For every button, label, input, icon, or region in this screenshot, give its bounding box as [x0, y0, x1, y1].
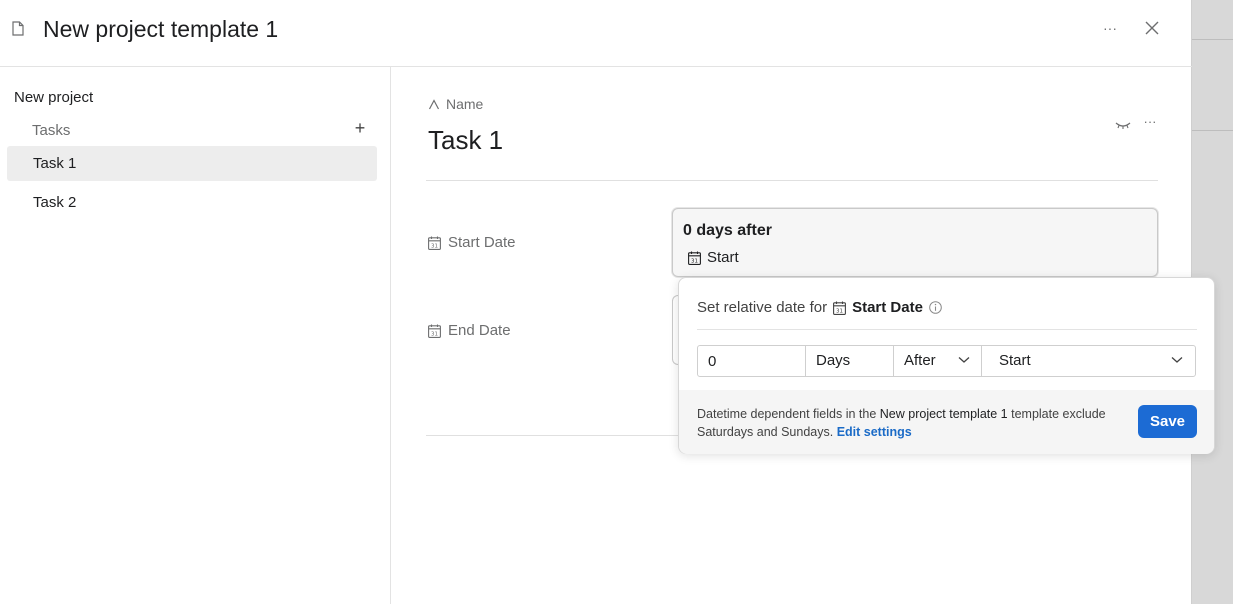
- sidebar: New project Tasks + Task 1 Task 2: [0, 67, 391, 604]
- edit-settings-link[interactable]: Edit settings: [837, 425, 912, 439]
- popover-title-field: Start Date: [852, 299, 923, 316]
- unit-select-value: Days: [816, 352, 851, 369]
- start-date-label-text: Start Date: [448, 234, 516, 251]
- svg-text:31: 31: [836, 308, 843, 314]
- sidebar-section-tasks: Tasks: [32, 122, 71, 139]
- hide-eye-icon[interactable]: [1115, 118, 1131, 132]
- relative-date-controls: Days After Start: [697, 345, 1196, 377]
- calendar-icon: 31: [833, 301, 847, 315]
- text-field-icon: [428, 98, 440, 109]
- popover-footer: Datetime dependent fields in the New pro…: [679, 390, 1214, 454]
- task-name[interactable]: Task 1: [428, 125, 503, 156]
- svg-text:31: 31: [431, 243, 438, 249]
- svg-text:31: 31: [691, 258, 698, 264]
- end-date-label: 31 End Date: [428, 322, 511, 339]
- divider: [697, 329, 1197, 330]
- sidebar-item-task-2[interactable]: Task 2: [7, 185, 377, 220]
- calendar-icon: 31: [428, 324, 441, 338]
- more-options-icon[interactable]: ···: [1100, 18, 1120, 38]
- direction-select-value: After: [904, 352, 936, 369]
- save-button[interactable]: Save: [1138, 405, 1197, 438]
- svg-text:31: 31: [431, 331, 438, 337]
- weekend-note-part1: Datetime dependent fields in the: [697, 407, 877, 421]
- start-date-field[interactable]: 0 days after 31 Start: [672, 208, 1158, 277]
- weekend-note: Datetime dependent fields in the New pro…: [697, 405, 1117, 441]
- reference-select[interactable]: Start: [982, 346, 1195, 376]
- offset-input[interactable]: [698, 346, 806, 376]
- background-divider: [1192, 39, 1233, 40]
- start-date-reference-text: Start: [707, 249, 739, 266]
- reference-select-value: Start: [999, 352, 1031, 369]
- chevron-down-icon: [1171, 357, 1183, 363]
- document-icon: [12, 21, 24, 36]
- sidebar-item-task-1[interactable]: Task 1: [7, 146, 377, 181]
- relative-date-popover: Set relative date for 31 Start Date Days…: [678, 277, 1215, 454]
- panel-header: New project template 1 ···: [0, 0, 1192, 67]
- weekend-note-template: New project template 1: [879, 407, 1008, 421]
- start-date-reference: 31 Start: [688, 249, 739, 266]
- add-task-icon[interactable]: +: [351, 119, 369, 137]
- divider: [426, 180, 1158, 181]
- close-icon[interactable]: [1143, 19, 1161, 37]
- name-field-label: Name: [428, 96, 483, 112]
- start-date-label: 31 Start Date: [428, 234, 516, 251]
- page-title: New project template 1: [43, 16, 279, 42]
- calendar-icon: 31: [428, 236, 441, 250]
- offset-input-cell: [698, 346, 806, 376]
- task-more-options-icon[interactable]: ···: [1140, 114, 1160, 132]
- background-divider: [1192, 130, 1233, 131]
- start-date-value: 0 days after: [683, 222, 772, 239]
- popover-title-prefix: Set relative date for: [697, 299, 828, 316]
- popover-title: Set relative date for 31 Start Date: [697, 299, 942, 316]
- sidebar-project-title[interactable]: New project: [14, 89, 93, 106]
- info-icon[interactable]: [929, 301, 942, 314]
- chevron-down-icon: [958, 357, 970, 363]
- calendar-icon: 31: [688, 251, 701, 265]
- unit-select[interactable]: Days: [806, 346, 894, 376]
- name-label-text: Name: [446, 96, 484, 112]
- end-date-label-text: End Date: [448, 322, 511, 339]
- direction-select[interactable]: After: [894, 346, 982, 376]
